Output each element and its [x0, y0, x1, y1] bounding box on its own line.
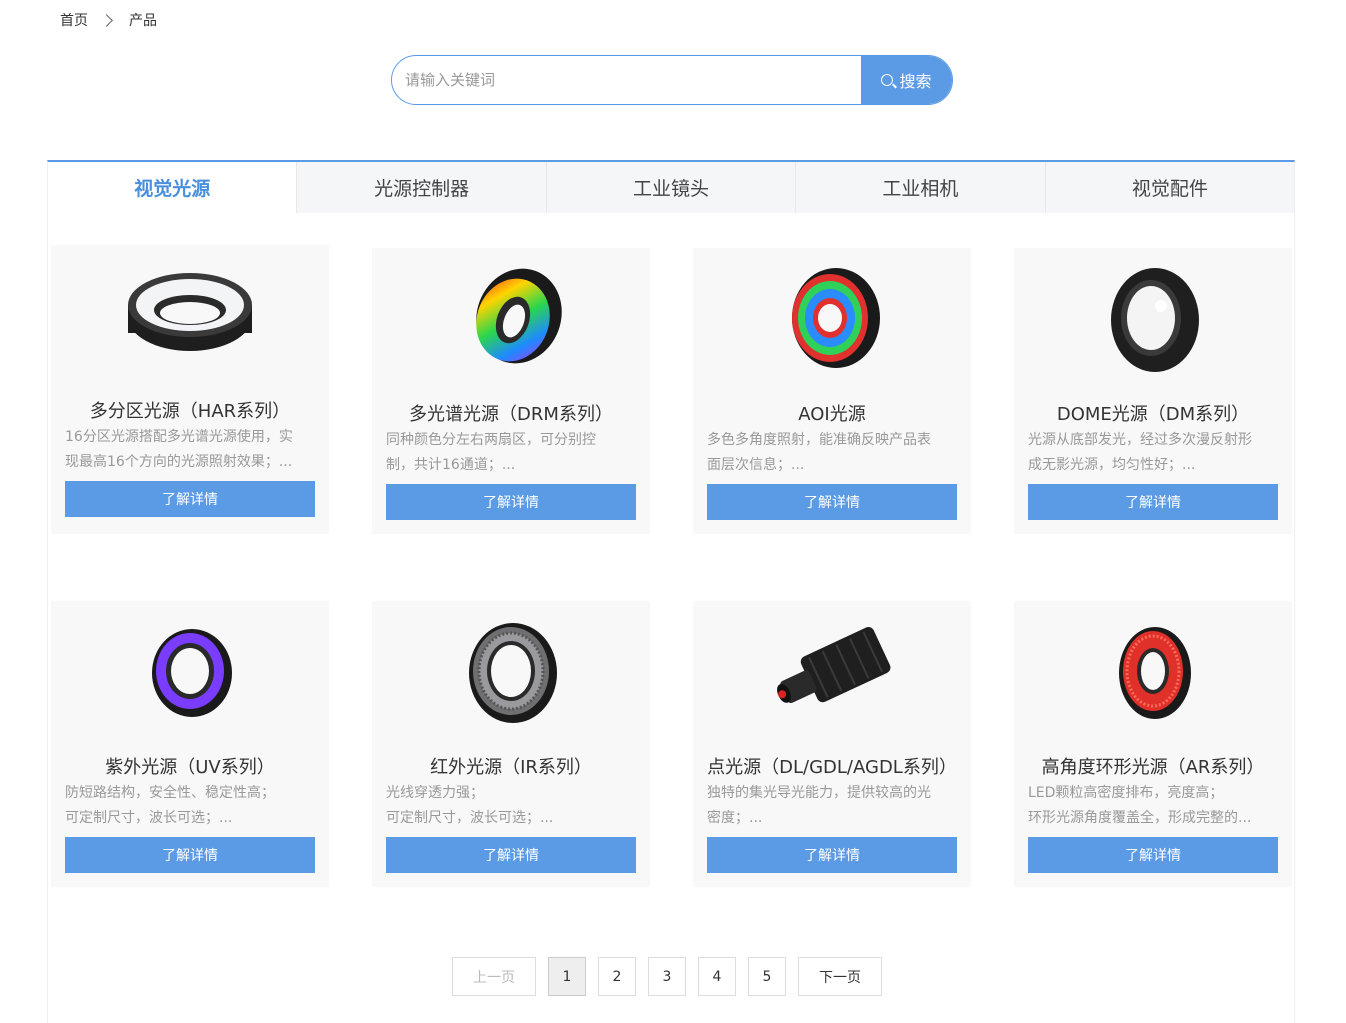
rgb-ring-light-icon [693, 248, 971, 388]
product-card[interactable]: 多分区光源（HAR系列） 16分区光源搭配多光谱光源使用，实 现最高16个方向的… [51, 245, 329, 534]
product-desc-line-2: 成无影光源，均匀性好；... [1028, 457, 1196, 473]
product-desc-line-1: 光线穿透力强； [386, 785, 484, 801]
product-desc-line-1: 同种颜色分左右两扇区，可分别控 [386, 432, 596, 448]
search-icon [881, 74, 894, 86]
details-button[interactable]: 了解详情 [386, 837, 636, 873]
ir-ring-light-icon [372, 601, 650, 741]
product-title: 多光谱光源（DRM系列） [409, 404, 613, 425]
product-desc-line-1: 防短路结构，安全性、稳定性高； [65, 785, 275, 801]
product-title: 红外光源（IR系列） [430, 757, 592, 778]
details-button[interactable]: 了解详情 [386, 484, 636, 520]
product-card[interactable]: 多光谱光源（DRM系列） 同种颜色分左右两扇区，可分别控 制，共计16通道；..… [372, 248, 650, 534]
red-ring-light-icon [1014, 601, 1292, 741]
page-button-2[interactable]: 2 [598, 957, 636, 996]
ring-light-white-icon [51, 245, 329, 385]
product-desc-line-1: 多色多角度照射，能准确反映产品表 [707, 432, 931, 448]
details-button[interactable]: 了解详情 [707, 837, 957, 873]
product-desc-line-2: 环形光源角度覆盖全，形成完整的... [1028, 810, 1252, 826]
product-title: 多分区光源（HAR系列） [89, 401, 291, 422]
product-title: 点光源（DL/GDL/AGDL系列） [707, 757, 957, 778]
tab-light-controller[interactable]: 光源控制器 [296, 162, 546, 213]
next-page-button[interactable]: 下一页 [798, 957, 882, 996]
tab-industrial-lens[interactable]: 工业镜头 [545, 162, 796, 213]
product-card[interactable]: DOME光源（DM系列） 光源从底部发光，经过多次漫反射形 成无影光源，均匀性好… [1014, 248, 1292, 534]
product-card[interactable]: 红外光源（IR系列） 光线穿透力强； 可定制尺寸，波长可选；... 了解详情 [372, 601, 650, 887]
product-card[interactable]: 紫外光源（UV系列） 防短路结构，安全性、稳定性高； 可定制尺寸，波长可选；..… [51, 601, 329, 887]
product-desc-line-2: 制，共计16通道；... [386, 457, 516, 473]
details-button[interactable]: 了解详情 [65, 837, 315, 873]
details-button[interactable]: 了解详情 [1028, 484, 1278, 520]
prev-page-button[interactable]: 上一页 [452, 957, 536, 996]
product-desc-line-1: 独特的集光导光能力，提供较高的光 [707, 785, 931, 801]
details-button[interactable]: 了解详情 [1028, 837, 1278, 873]
category-tabs: 视觉光源 光源控制器 工业镜头 工业相机 视觉配件 [48, 162, 1295, 213]
breadcrumb-current: 产品 [129, 13, 157, 29]
search-input[interactable] [392, 56, 861, 104]
search-button-label: 搜索 [899, 72, 932, 91]
product-title: 紫外光源（UV系列） [105, 757, 275, 778]
product-card[interactable]: 点光源（DL/GDL/AGDL系列） 独特的集光导光能力，提供较高的光 密度；.… [693, 601, 971, 887]
tab-vision-accessories[interactable]: 视觉配件 [1044, 162, 1295, 213]
uv-ring-light-icon [51, 601, 329, 741]
product-desc-line-2: 可定制尺寸，波长可选；... [65, 810, 233, 826]
tab-industrial-camera[interactable]: 工业相机 [795, 162, 1045, 213]
page-button-4[interactable]: 4 [698, 957, 736, 996]
breadcrumb-home-link[interactable]: 首页 [60, 10, 88, 30]
search-bar: 搜索 [391, 55, 953, 105]
spot-light-icon [693, 601, 971, 741]
page-button-5[interactable]: 5 [748, 957, 786, 996]
page-button-3[interactable]: 3 [648, 957, 686, 996]
product-desc-line-2: 现最高16个方向的光源照射效果；... [65, 454, 293, 470]
chevron-right-icon [100, 13, 113, 27]
product-desc-line-2: 面层次信息；... [707, 457, 805, 473]
product-title: 高角度环形光源（AR系列） [1041, 757, 1265, 778]
product-desc-line-2: 密度；... [707, 810, 763, 826]
product-card[interactable]: AOI光源 多色多角度照射，能准确反映产品表 面层次信息；... 了解详情 [693, 248, 971, 534]
rainbow-ring-light-icon [372, 248, 650, 388]
product-desc-line-1: 光源从底部发光，经过多次漫反射形 [1028, 432, 1252, 448]
product-title: AOI光源 [798, 404, 866, 425]
product-title: DOME光源（DM系列） [1056, 404, 1250, 425]
dome-light-icon [1014, 248, 1292, 388]
page-button-1[interactable]: 1 [548, 957, 586, 996]
product-desc-line-2: 可定制尺寸，波长可选；... [386, 810, 554, 826]
product-desc-line-1: 16分区光源搭配多光谱光源使用，实 [65, 429, 293, 445]
tab-vision-light[interactable]: 视觉光源 [48, 162, 297, 213]
search-button[interactable]: 搜索 [861, 56, 952, 104]
breadcrumb: 首页 产品 [60, 10, 157, 30]
details-button[interactable]: 了解详情 [707, 484, 957, 520]
product-card[interactable]: 高角度环形光源（AR系列） LED颗粒高密度排布，亮度高； 环形光源角度覆盖全，… [1014, 601, 1292, 887]
details-button[interactable]: 了解详情 [65, 481, 315, 517]
product-desc-line-1: LED颗粒高密度排布，亮度高； [1028, 785, 1224, 801]
